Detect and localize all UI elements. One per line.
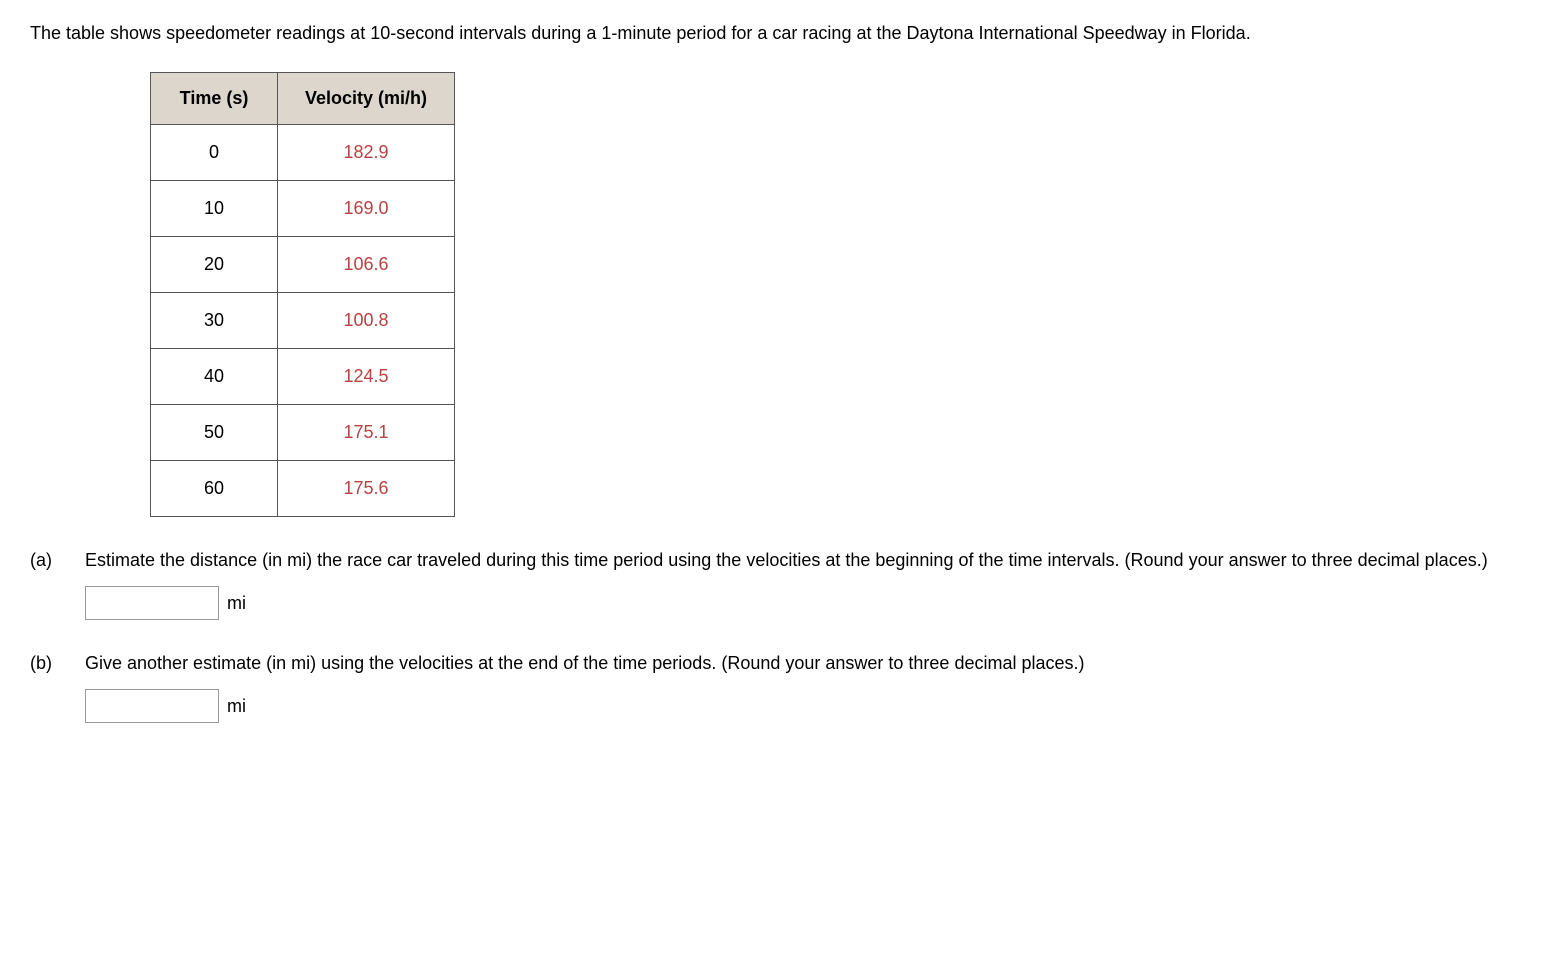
velocity-cell: 106.6	[278, 237, 455, 293]
table-row: 40 124.5	[151, 349, 455, 405]
question-b-text: Give another estimate (in mi) using the …	[85, 650, 1518, 677]
velocity-cell: 124.5	[278, 349, 455, 405]
problem-intro: The table shows speedometer readings at …	[30, 20, 1518, 47]
time-cell: 20	[151, 237, 278, 293]
table-row: 20 106.6	[151, 237, 455, 293]
velocity-cell: 169.0	[278, 181, 455, 237]
table-row: 60 175.6	[151, 461, 455, 517]
question-a: (a) Estimate the distance (in mi) the ra…	[30, 547, 1518, 620]
velocity-cell: 182.9	[278, 125, 455, 181]
table-row: 0 182.9	[151, 125, 455, 181]
table-row: 30 100.8	[151, 293, 455, 349]
question-a-label: (a)	[30, 547, 85, 574]
time-cell: 0	[151, 125, 278, 181]
answer-a-unit: mi	[227, 590, 246, 617]
time-cell: 50	[151, 405, 278, 461]
question-a-text: Estimate the distance (in mi) the race c…	[85, 547, 1518, 574]
velocity-cell: 175.1	[278, 405, 455, 461]
time-cell: 30	[151, 293, 278, 349]
velocity-cell: 100.8	[278, 293, 455, 349]
question-b: (b) Give another estimate (in mi) using …	[30, 650, 1518, 723]
table-header-time: Time (s)	[151, 73, 278, 125]
answer-b-input[interactable]	[85, 689, 219, 723]
table-row: 50 175.1	[151, 405, 455, 461]
time-cell: 60	[151, 461, 278, 517]
table-row: 10 169.0	[151, 181, 455, 237]
question-b-label: (b)	[30, 650, 85, 677]
velocity-table: Time (s) Velocity (mi/h) 0 182.9 10 169.…	[150, 72, 455, 517]
time-cell: 40	[151, 349, 278, 405]
time-cell: 10	[151, 181, 278, 237]
answer-b-unit: mi	[227, 693, 246, 720]
table-header-velocity: Velocity (mi/h)	[278, 73, 455, 125]
velocity-cell: 175.6	[278, 461, 455, 517]
answer-a-input[interactable]	[85, 586, 219, 620]
